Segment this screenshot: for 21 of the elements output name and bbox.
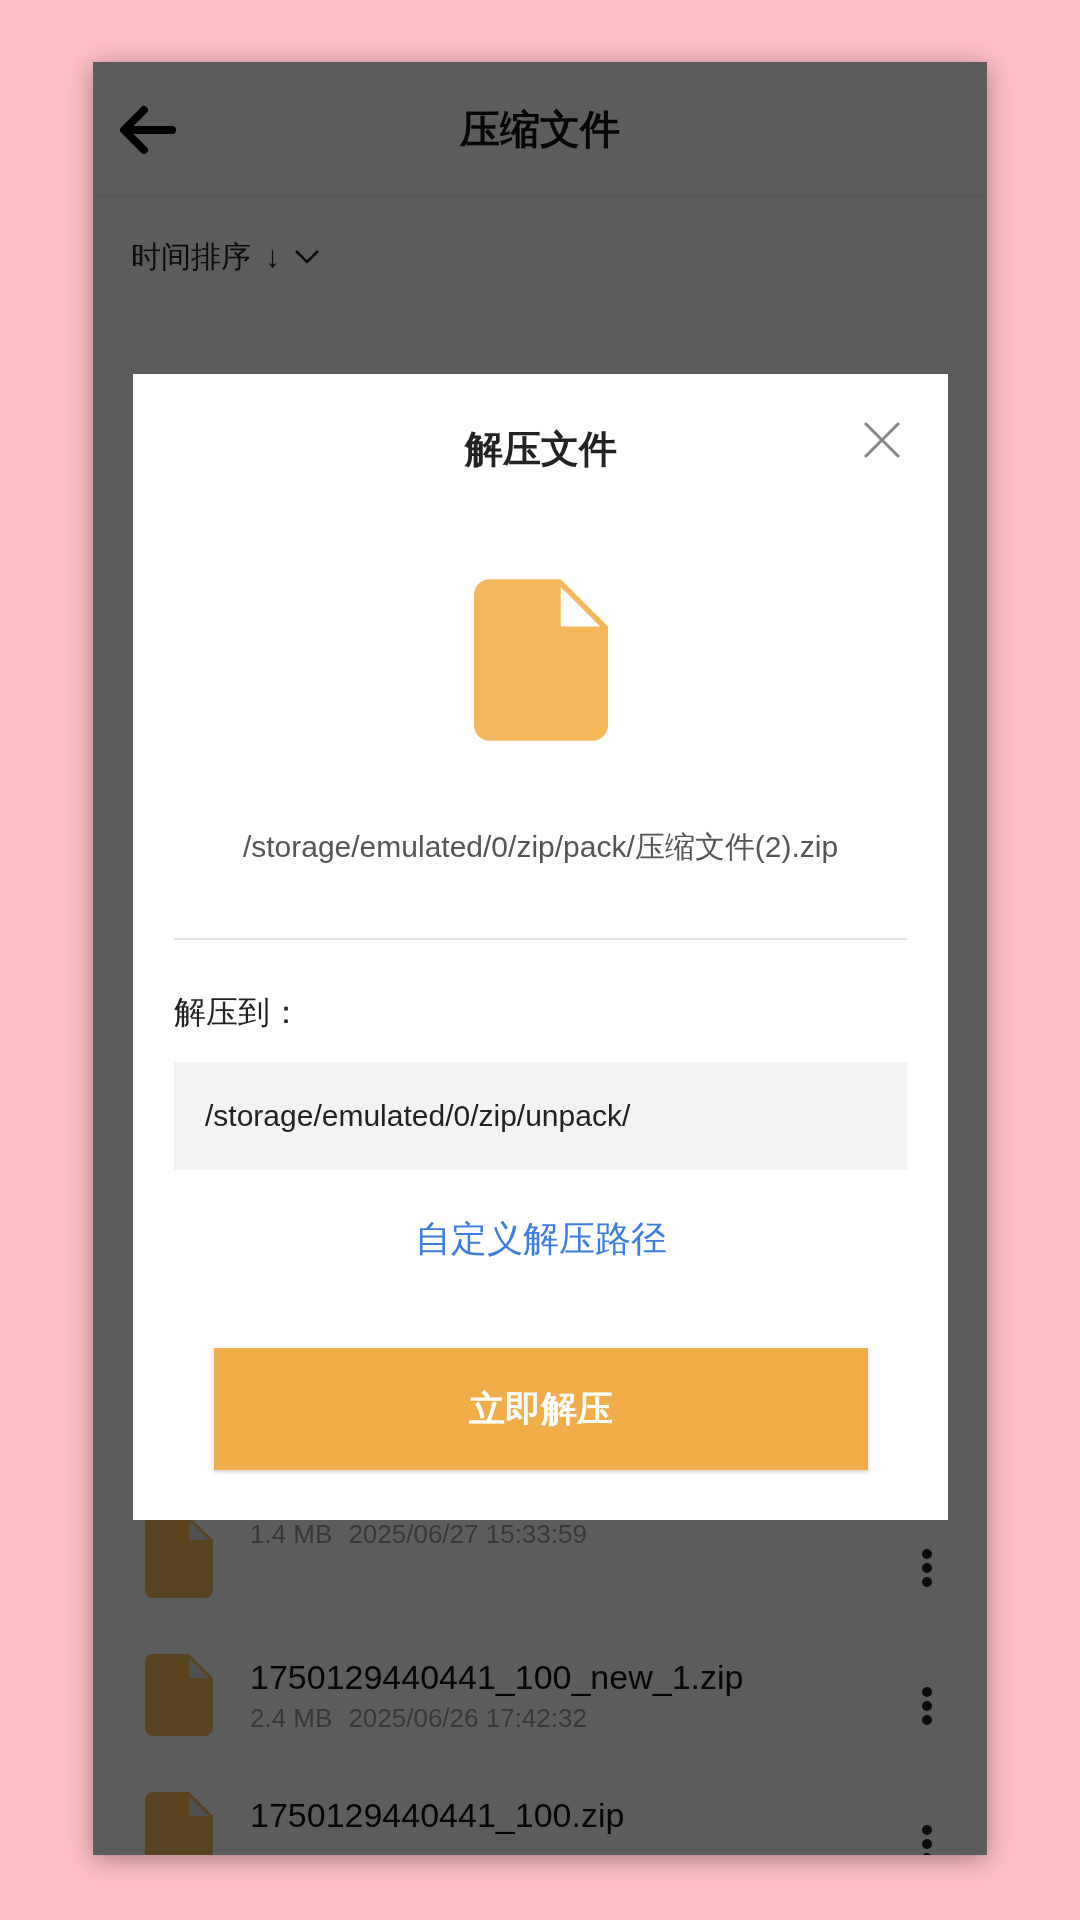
more-vertical-icon [921,1824,933,1855]
file-name: 1750129440441_100.zip [250,1795,626,1836]
extract-button[interactable]: 立即解压 [213,1348,868,1470]
destination-field[interactable]: /storage/emulated/0/zip/unpack/ [174,1062,907,1170]
destination-label: 解压到： [174,993,302,1032]
chevron-down-icon [294,249,320,265]
custom-path-link[interactable]: 自定义解压路径 [414,1214,667,1264]
file-icon [473,576,608,744]
file-name: 1750129440441_100_new_1.zip [250,1657,745,1698]
dialog-title: 解压文件 [464,427,617,472]
source-path: /storage/emulated/0/zip/pack/压缩文件(2).zip [242,829,839,865]
more-vertical-icon [921,1548,933,1588]
close-button[interactable] [862,420,902,460]
file-icon [145,1792,213,1855]
screen-title: 压缩文件 [460,105,620,153]
sort-direction: ↓ [265,240,280,274]
more-vertical-icon [921,1686,933,1726]
sort-dropdown[interactable]: 时间排序 ↓ [131,236,320,278]
back-arrow-icon [118,105,178,155]
close-icon [862,420,902,460]
file-icon [145,1654,213,1736]
